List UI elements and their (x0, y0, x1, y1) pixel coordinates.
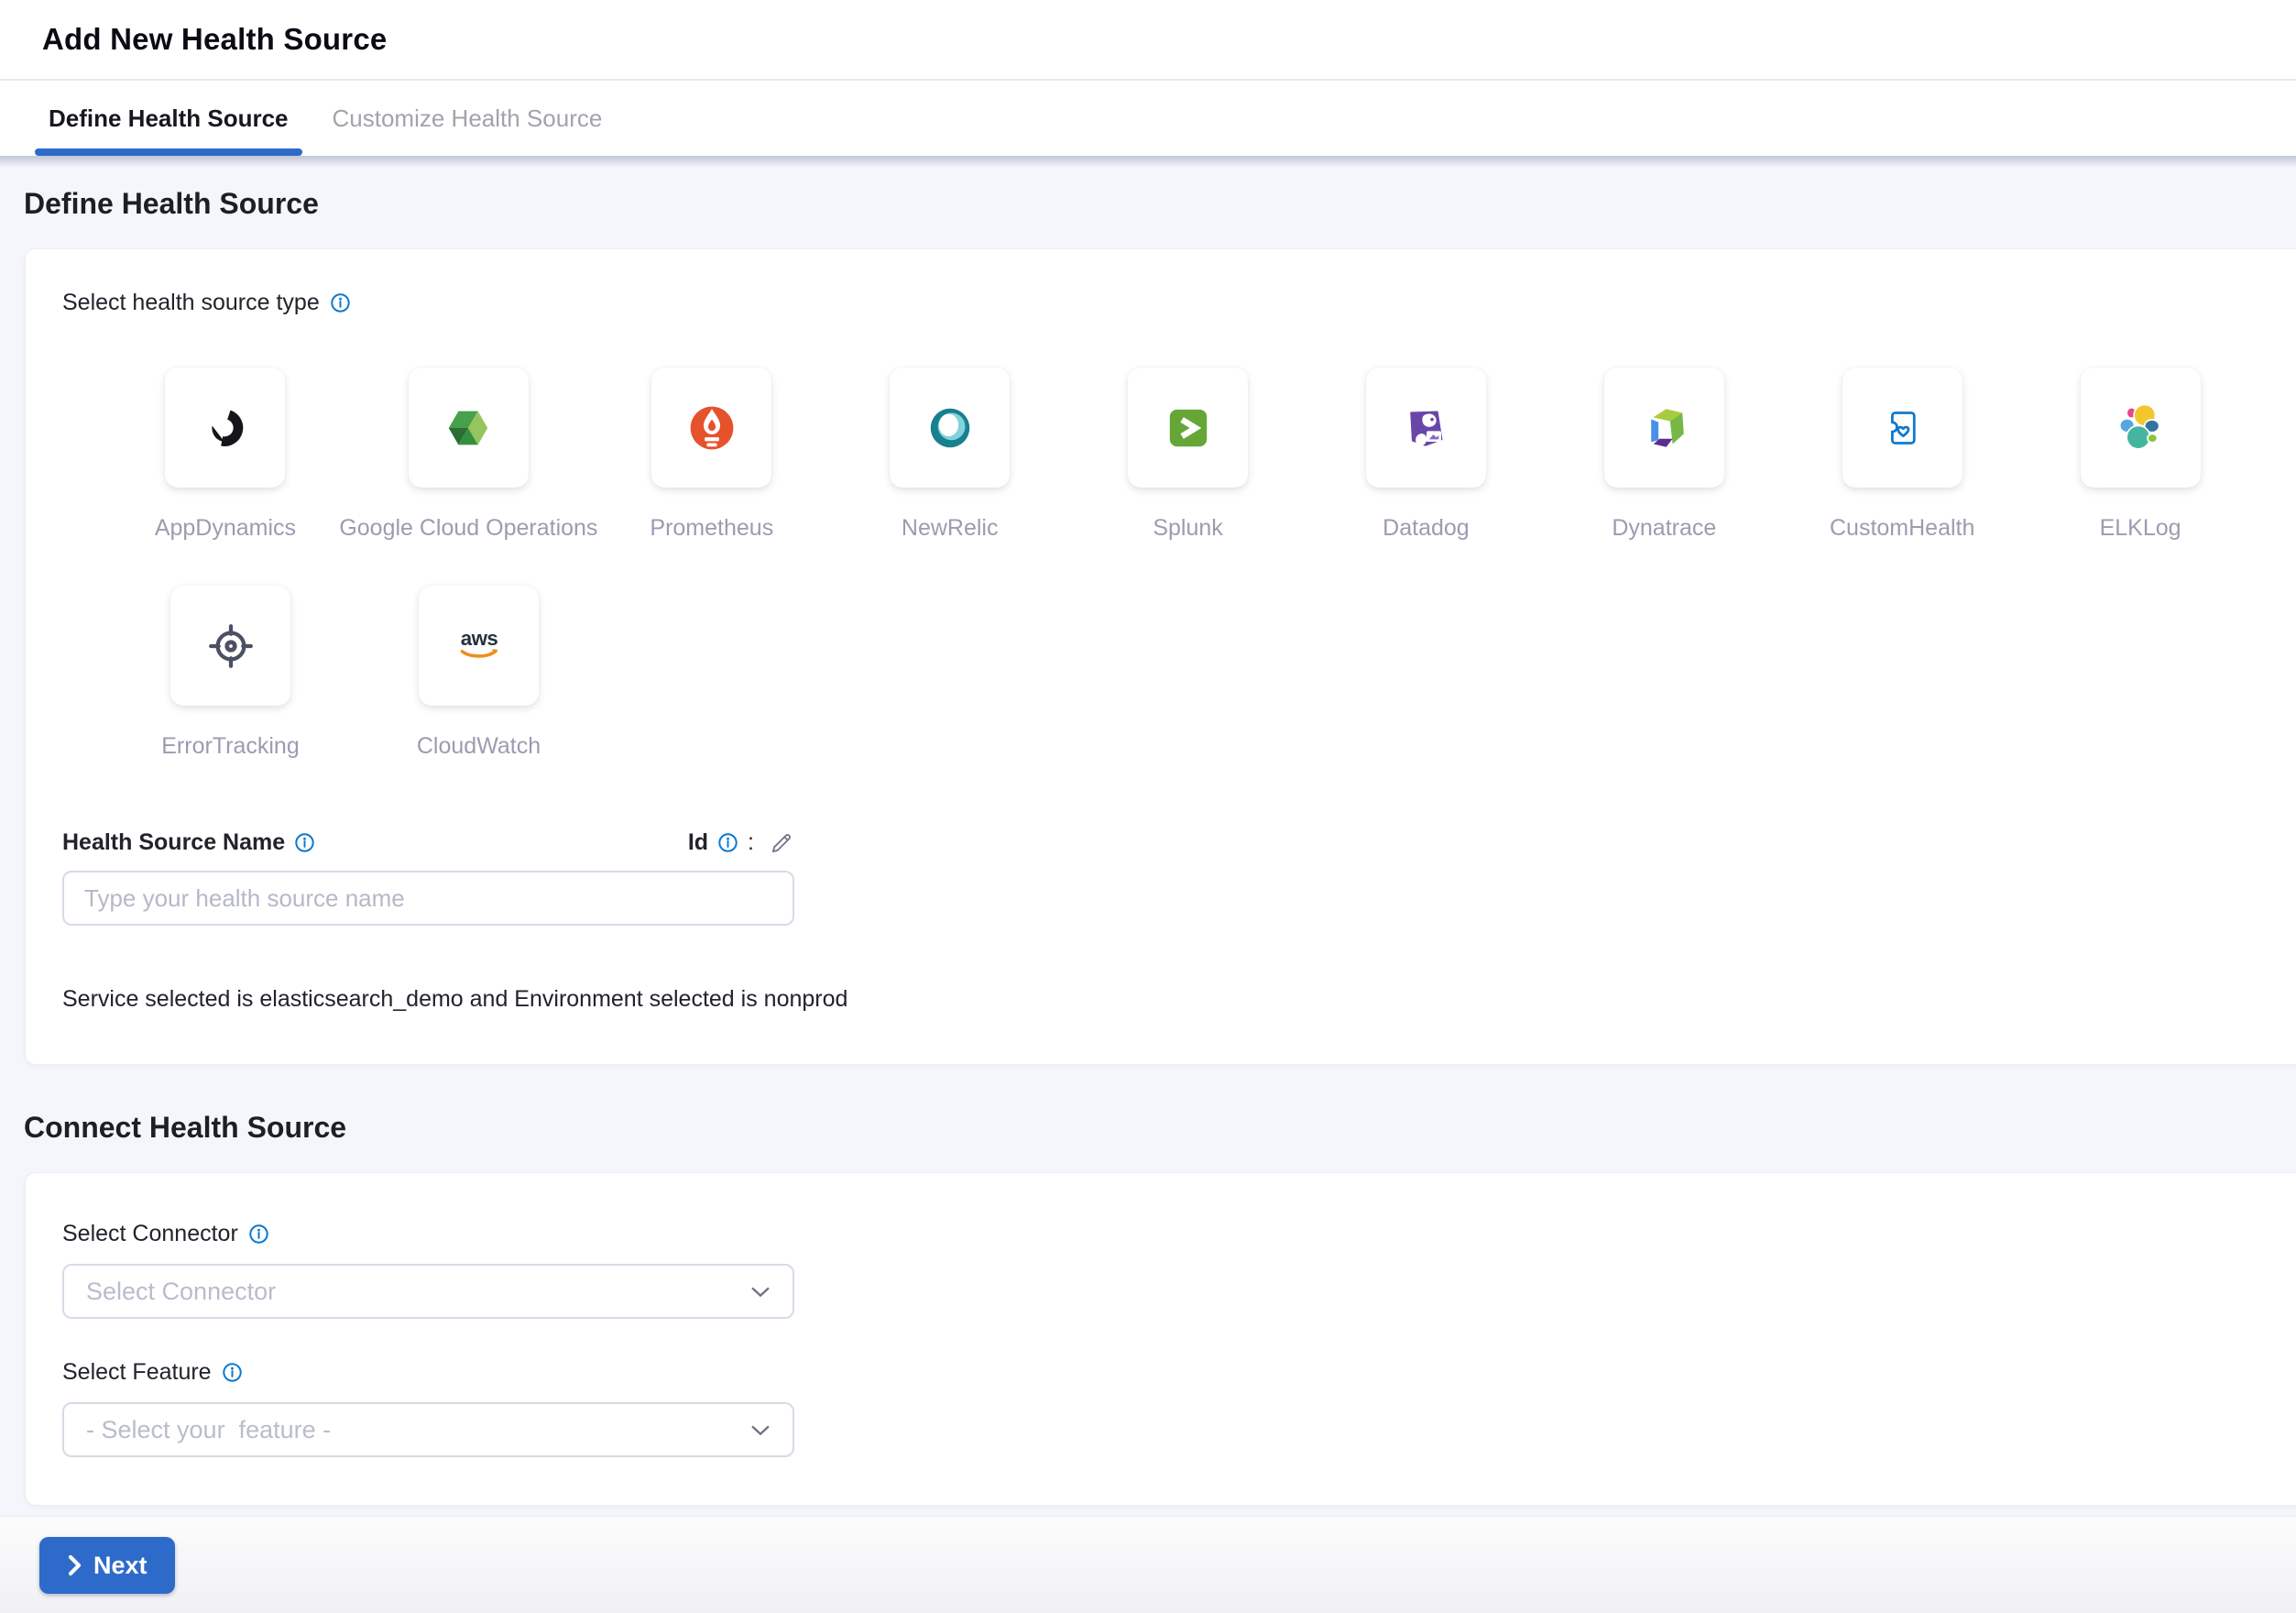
next-button-label: Next (93, 1552, 148, 1580)
newrelic-card[interactable] (890, 368, 1010, 488)
tab-bar: Define Health Source Customize Health So… (0, 81, 2296, 156)
health-source-type-cloudwatch[interactable]: aws CloudWatch (355, 586, 603, 760)
health-source-type-splunk[interactable]: Splunk (1069, 368, 1307, 542)
health-source-type-newrelic[interactable]: NewRelic (831, 368, 1069, 542)
info-icon[interactable] (294, 832, 315, 853)
type-label: ErrorTracking (161, 733, 300, 760)
select-type-label-row: Select health source type (62, 290, 2259, 316)
health-source-type-customhealth[interactable]: CustomHealth (1783, 368, 2021, 542)
appdynamics-icon (194, 397, 257, 459)
type-label: NewRelic (902, 515, 999, 542)
cloudwatch-card[interactable]: aws (419, 586, 539, 706)
info-icon[interactable] (222, 1362, 243, 1383)
type-label: Prometheus (650, 515, 773, 542)
id-label: Id (688, 829, 708, 856)
elklog-card[interactable] (2081, 368, 2201, 488)
next-button[interactable]: Next (39, 1537, 175, 1594)
chevron-down-icon (750, 1424, 771, 1436)
select-connector-label-row: Select Connector (62, 1221, 2259, 1247)
splunk-icon (1157, 397, 1219, 459)
type-label: Google Cloud Operations (339, 515, 597, 542)
health-source-name-input[interactable] (62, 871, 794, 926)
errortracking-icon (200, 615, 262, 677)
type-label: Splunk (1153, 515, 1222, 542)
info-icon[interactable] (330, 292, 351, 313)
health-source-type-datadog[interactable]: Datadog (1307, 368, 1546, 542)
dialog-content: Define Health Source Select health sourc… (0, 156, 2296, 1613)
splunk-card[interactable] (1128, 368, 1248, 488)
appdynamics-card[interactable] (165, 368, 285, 488)
type-label: AppDynamics (155, 515, 296, 542)
feature-select-placeholder: - Select your feature - (86, 1416, 331, 1444)
info-icon[interactable] (248, 1223, 269, 1245)
dialog-footer: Next (0, 1516, 2296, 1613)
dynatrace-card[interactable] (1604, 368, 1724, 488)
health-source-name-label: Health Source Name (62, 829, 285, 856)
id-label-group: Id : (688, 829, 794, 856)
datadog-card[interactable] (1366, 368, 1486, 488)
select-feature-label: Select Feature (62, 1359, 212, 1386)
source-type-grid-row1: AppDynamics Google Cloud Operations (106, 368, 2259, 542)
prometheus-card[interactable] (651, 368, 771, 488)
connect-section-heading: Connect Health Source (24, 1111, 2296, 1145)
errortracking-card[interactable] (170, 586, 290, 706)
edit-id-pencil-icon[interactable] (769, 830, 794, 856)
select-connector-label: Select Connector (62, 1221, 238, 1247)
add-health-source-dialog: Add New Health Source Define Health Sour… (0, 0, 2296, 156)
select-feature-label-row: Select Feature (62, 1359, 2259, 1386)
health-source-type-prometheus[interactable]: Prometheus (593, 368, 831, 542)
connector-select-placeholder: Select Connector (86, 1278, 276, 1306)
health-source-name-label-group: Health Source Name (62, 829, 315, 856)
dialog-header: Add New Health Source (0, 0, 2296, 81)
chevron-right-icon (67, 1554, 82, 1576)
customhealth-icon (1871, 397, 1933, 459)
tab-define-health-source[interactable]: Define Health Source (49, 81, 289, 156)
name-id-row: Health Source Name Id : (62, 829, 794, 856)
type-label: ELKLog (2100, 515, 2181, 542)
type-label: CustomHealth (1830, 515, 1974, 542)
chevron-down-icon (750, 1286, 771, 1298)
datadog-icon (1394, 397, 1457, 459)
svg-text:aws: aws (460, 626, 497, 649)
dynatrace-icon (1633, 397, 1695, 459)
newrelic-icon (919, 397, 981, 459)
define-section-heading: Define Health Source (24, 187, 2296, 221)
type-label: Datadog (1383, 515, 1470, 542)
customhealth-card[interactable] (1842, 368, 1963, 488)
select-type-label: Select health source type (62, 290, 320, 316)
type-label: CloudWatch (417, 733, 541, 760)
page-title: Add New Health Source (42, 22, 387, 57)
tab-customize-label: Customize Health Source (333, 104, 603, 133)
define-health-source-panel: Select health source type AppDynamics (25, 248, 2296, 1065)
health-source-type-errortracking[interactable]: ErrorTracking (106, 586, 355, 760)
health-source-type-appdynamics[interactable]: AppDynamics (106, 368, 344, 542)
google-cloud-operations-card[interactable] (409, 368, 529, 488)
google-cloud-operations-icon (437, 397, 499, 459)
info-icon[interactable] (717, 832, 738, 853)
id-colon: : (748, 829, 754, 856)
health-source-type-google-cloud-operations[interactable]: Google Cloud Operations (344, 368, 593, 542)
elklog-icon (2109, 397, 2171, 459)
type-label: Dynatrace (1612, 515, 1716, 542)
tab-define-label: Define Health Source (49, 104, 289, 133)
connect-health-source-panel: Select Connector Select Connector Select… (25, 1172, 2296, 1506)
health-source-type-elklog[interactable]: ELKLog (2021, 368, 2259, 542)
cloudwatch-aws-icon: aws (448, 615, 510, 677)
prometheus-icon (681, 397, 743, 459)
connector-select[interactable]: Select Connector (62, 1264, 794, 1319)
active-tab-underline (35, 148, 302, 156)
tab-customize-health-source[interactable]: Customize Health Source (333, 81, 603, 156)
service-environment-note: Service selected is elasticsearch_demo a… (62, 986, 2259, 1013)
source-type-grid-row2: ErrorTracking aws CloudWatch (106, 586, 2259, 760)
feature-select[interactable]: - Select your feature - (62, 1402, 794, 1457)
health-source-type-dynatrace[interactable]: Dynatrace (1545, 368, 1783, 542)
